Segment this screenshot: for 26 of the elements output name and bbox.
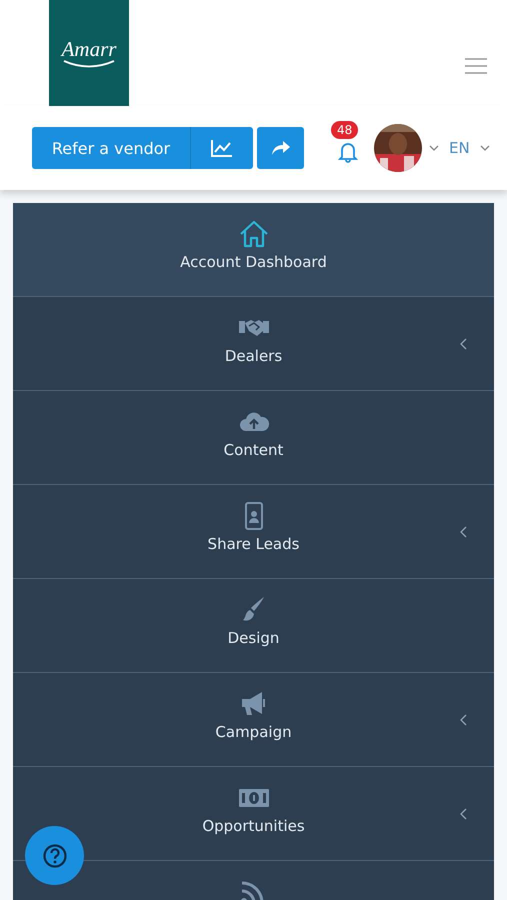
chevron-icon[interactable] xyxy=(460,808,468,820)
share-arrow-icon xyxy=(270,140,290,156)
bell-icon[interactable] xyxy=(337,141,359,163)
logo-text: Amarr xyxy=(62,38,116,60)
menu-label: Opportunities xyxy=(202,817,305,835)
menu-item[interactable]: Account Dashboard xyxy=(13,203,494,297)
notification-count: 48 xyxy=(331,121,358,139)
menu-label: Account Dashboard xyxy=(180,253,327,271)
menu-icon[interactable] xyxy=(465,57,487,75)
question-icon xyxy=(42,842,68,868)
menu-label: Share Leads xyxy=(208,535,300,553)
chart-button[interactable] xyxy=(191,127,253,169)
menu-label: Content xyxy=(224,441,284,459)
chevron-icon[interactable] xyxy=(460,526,468,538)
caret-icon xyxy=(480,145,490,151)
chevron-icon[interactable] xyxy=(460,714,468,726)
menu-label: Campaign xyxy=(215,723,292,741)
swoosh-icon xyxy=(62,60,116,68)
caret-icon[interactable] xyxy=(429,145,439,151)
menu-label: Dealers xyxy=(224,347,282,365)
logo[interactable]: Amarr xyxy=(49,0,129,106)
chevron-icon[interactable] xyxy=(460,338,468,350)
menu-label: Design xyxy=(228,629,280,647)
home-icon xyxy=(238,219,270,249)
share-button[interactable] xyxy=(257,127,304,169)
line-chart-icon xyxy=(211,139,233,157)
